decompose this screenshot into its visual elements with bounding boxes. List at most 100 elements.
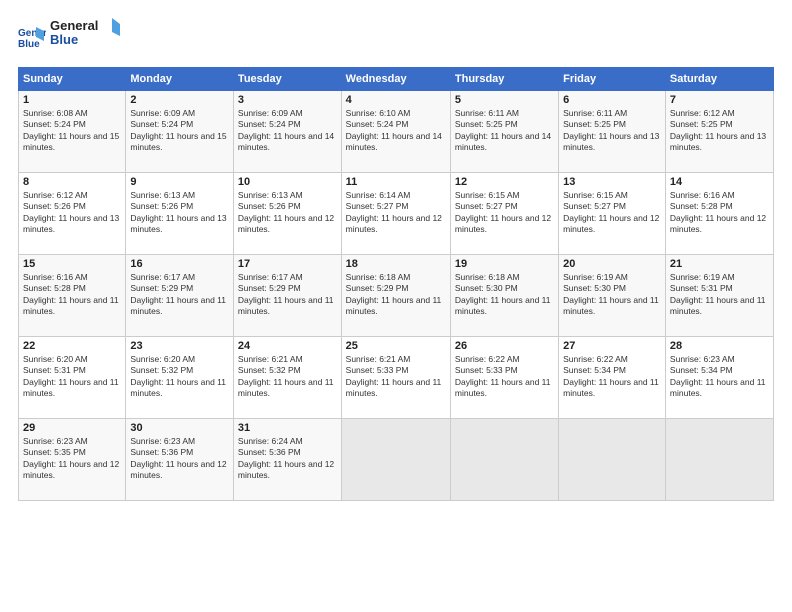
calendar-cell: 30 Sunrise: 6:23 AMSunset: 5:36 PMDaylig… — [126, 419, 234, 501]
calendar-cell: 26 Sunrise: 6:22 AMSunset: 5:33 PMDaylig… — [450, 337, 558, 419]
calendar-cell: 21 Sunrise: 6:19 AMSunset: 5:31 PMDaylig… — [665, 255, 773, 337]
calendar-cell: 31 Sunrise: 6:24 AMSunset: 5:36 PMDaylig… — [233, 419, 341, 501]
logo: General Blue General Blue — [18, 16, 120, 57]
calendar-cell: 17 Sunrise: 6:17 AMSunset: 5:29 PMDaylig… — [233, 255, 341, 337]
calendar-cell: 19 Sunrise: 6:18 AMSunset: 5:30 PMDaylig… — [450, 255, 558, 337]
weekday-header-tuesday: Tuesday — [233, 68, 341, 91]
calendar-cell — [341, 419, 450, 501]
calendar-week-row: 1 Sunrise: 6:08 AMSunset: 5:24 PMDayligh… — [19, 91, 774, 173]
day-number: 12 — [455, 176, 554, 188]
day-info: Sunrise: 6:20 AMSunset: 5:32 PMDaylight:… — [130, 354, 229, 400]
day-number: 10 — [238, 176, 337, 188]
day-number: 11 — [346, 176, 446, 188]
day-info: Sunrise: 6:19 AMSunset: 5:30 PMDaylight:… — [563, 272, 661, 318]
day-number: 16 — [130, 258, 229, 270]
day-info: Sunrise: 6:16 AMSunset: 5:28 PMDaylight:… — [23, 272, 121, 318]
calendar-cell: 11 Sunrise: 6:14 AMSunset: 5:27 PMDaylig… — [341, 173, 450, 255]
logo-icon: General Blue — [18, 23, 46, 51]
day-number: 24 — [238, 340, 337, 352]
day-number: 20 — [563, 258, 661, 270]
day-info: Sunrise: 6:16 AMSunset: 5:28 PMDaylight:… — [670, 190, 769, 236]
day-info: Sunrise: 6:12 AMSunset: 5:26 PMDaylight:… — [23, 190, 121, 236]
calendar-cell: 20 Sunrise: 6:19 AMSunset: 5:30 PMDaylig… — [559, 255, 666, 337]
day-info: Sunrise: 6:13 AMSunset: 5:26 PMDaylight:… — [130, 190, 229, 236]
calendar-week-row: 22 Sunrise: 6:20 AMSunset: 5:31 PMDaylig… — [19, 337, 774, 419]
day-info: Sunrise: 6:13 AMSunset: 5:26 PMDaylight:… — [238, 190, 337, 236]
day-number: 25 — [346, 340, 446, 352]
day-info: Sunrise: 6:18 AMSunset: 5:29 PMDaylight:… — [346, 272, 446, 318]
weekday-header-row: SundayMondayTuesdayWednesdayThursdayFrid… — [19, 68, 774, 91]
svg-text:Blue: Blue — [18, 39, 40, 50]
day-info: Sunrise: 6:12 AMSunset: 5:25 PMDaylight:… — [670, 108, 769, 154]
calendar-cell: 27 Sunrise: 6:22 AMSunset: 5:34 PMDaylig… — [559, 337, 666, 419]
day-number: 31 — [238, 422, 337, 434]
logo-text: General Blue — [50, 16, 120, 57]
day-number: 8 — [23, 176, 121, 188]
weekday-header-sunday: Sunday — [19, 68, 126, 91]
calendar-cell: 12 Sunrise: 6:15 AMSunset: 5:27 PMDaylig… — [450, 173, 558, 255]
day-info: Sunrise: 6:11 AMSunset: 5:25 PMDaylight:… — [455, 108, 554, 154]
day-number: 18 — [346, 258, 446, 270]
day-number: 22 — [23, 340, 121, 352]
day-info: Sunrise: 6:08 AMSunset: 5:24 PMDaylight:… — [23, 108, 121, 154]
page: General Blue General Blue SundayMondayTu… — [0, 0, 792, 612]
day-number: 27 — [563, 340, 661, 352]
day-info: Sunrise: 6:21 AMSunset: 5:33 PMDaylight:… — [346, 354, 446, 400]
calendar-cell — [559, 419, 666, 501]
day-number: 7 — [670, 94, 769, 106]
day-info: Sunrise: 6:24 AMSunset: 5:36 PMDaylight:… — [238, 436, 337, 482]
day-info: Sunrise: 6:22 AMSunset: 5:33 PMDaylight:… — [455, 354, 554, 400]
calendar-cell: 18 Sunrise: 6:18 AMSunset: 5:29 PMDaylig… — [341, 255, 450, 337]
svg-text:General: General — [50, 18, 98, 33]
calendar-cell: 5 Sunrise: 6:11 AMSunset: 5:25 PMDayligh… — [450, 91, 558, 173]
day-info: Sunrise: 6:21 AMSunset: 5:32 PMDaylight:… — [238, 354, 337, 400]
day-number: 17 — [238, 258, 337, 270]
calendar-cell: 10 Sunrise: 6:13 AMSunset: 5:26 PMDaylig… — [233, 173, 341, 255]
day-info: Sunrise: 6:10 AMSunset: 5:24 PMDaylight:… — [346, 108, 446, 154]
weekday-header-thursday: Thursday — [450, 68, 558, 91]
calendar-cell: 3 Sunrise: 6:09 AMSunset: 5:24 PMDayligh… — [233, 91, 341, 173]
calendar-cell: 25 Sunrise: 6:21 AMSunset: 5:33 PMDaylig… — [341, 337, 450, 419]
calendar-cell: 8 Sunrise: 6:12 AMSunset: 5:26 PMDayligh… — [19, 173, 126, 255]
weekday-header-saturday: Saturday — [665, 68, 773, 91]
calendar-cell: 29 Sunrise: 6:23 AMSunset: 5:35 PMDaylig… — [19, 419, 126, 501]
calendar-cell: 28 Sunrise: 6:23 AMSunset: 5:34 PMDaylig… — [665, 337, 773, 419]
day-info: Sunrise: 6:17 AMSunset: 5:29 PMDaylight:… — [130, 272, 229, 318]
weekday-header-wednesday: Wednesday — [341, 68, 450, 91]
day-info: Sunrise: 6:15 AMSunset: 5:27 PMDaylight:… — [455, 190, 554, 236]
day-number: 3 — [238, 94, 337, 106]
day-info: Sunrise: 6:14 AMSunset: 5:27 PMDaylight:… — [346, 190, 446, 236]
calendar-cell: 13 Sunrise: 6:15 AMSunset: 5:27 PMDaylig… — [559, 173, 666, 255]
day-info: Sunrise: 6:23 AMSunset: 5:35 PMDaylight:… — [23, 436, 121, 482]
calendar-table: SundayMondayTuesdayWednesdayThursdayFrid… — [18, 67, 774, 501]
day-number: 21 — [670, 258, 769, 270]
weekday-header-monday: Monday — [126, 68, 234, 91]
calendar-cell: 6 Sunrise: 6:11 AMSunset: 5:25 PMDayligh… — [559, 91, 666, 173]
day-info: Sunrise: 6:23 AMSunset: 5:36 PMDaylight:… — [130, 436, 229, 482]
day-info: Sunrise: 6:09 AMSunset: 5:24 PMDaylight:… — [130, 108, 229, 154]
day-number: 28 — [670, 340, 769, 352]
day-number: 15 — [23, 258, 121, 270]
calendar-cell — [665, 419, 773, 501]
header: General Blue General Blue — [18, 16, 774, 57]
calendar-cell: 7 Sunrise: 6:12 AMSunset: 5:25 PMDayligh… — [665, 91, 773, 173]
day-number: 23 — [130, 340, 229, 352]
day-info: Sunrise: 6:11 AMSunset: 5:25 PMDaylight:… — [563, 108, 661, 154]
day-info: Sunrise: 6:18 AMSunset: 5:30 PMDaylight:… — [455, 272, 554, 318]
day-number: 29 — [23, 422, 121, 434]
calendar-cell — [450, 419, 558, 501]
day-number: 2 — [130, 94, 229, 106]
day-number: 26 — [455, 340, 554, 352]
calendar-cell: 1 Sunrise: 6:08 AMSunset: 5:24 PMDayligh… — [19, 91, 126, 173]
calendar-cell: 22 Sunrise: 6:20 AMSunset: 5:31 PMDaylig… — [19, 337, 126, 419]
day-number: 19 — [455, 258, 554, 270]
day-info: Sunrise: 6:09 AMSunset: 5:24 PMDaylight:… — [238, 108, 337, 154]
day-info: Sunrise: 6:17 AMSunset: 5:29 PMDaylight:… — [238, 272, 337, 318]
calendar-week-row: 29 Sunrise: 6:23 AMSunset: 5:35 PMDaylig… — [19, 419, 774, 501]
day-number: 4 — [346, 94, 446, 106]
calendar-cell: 24 Sunrise: 6:21 AMSunset: 5:32 PMDaylig… — [233, 337, 341, 419]
day-info: Sunrise: 6:23 AMSunset: 5:34 PMDaylight:… — [670, 354, 769, 400]
day-number: 1 — [23, 94, 121, 106]
day-number: 13 — [563, 176, 661, 188]
calendar-cell: 16 Sunrise: 6:17 AMSunset: 5:29 PMDaylig… — [126, 255, 234, 337]
